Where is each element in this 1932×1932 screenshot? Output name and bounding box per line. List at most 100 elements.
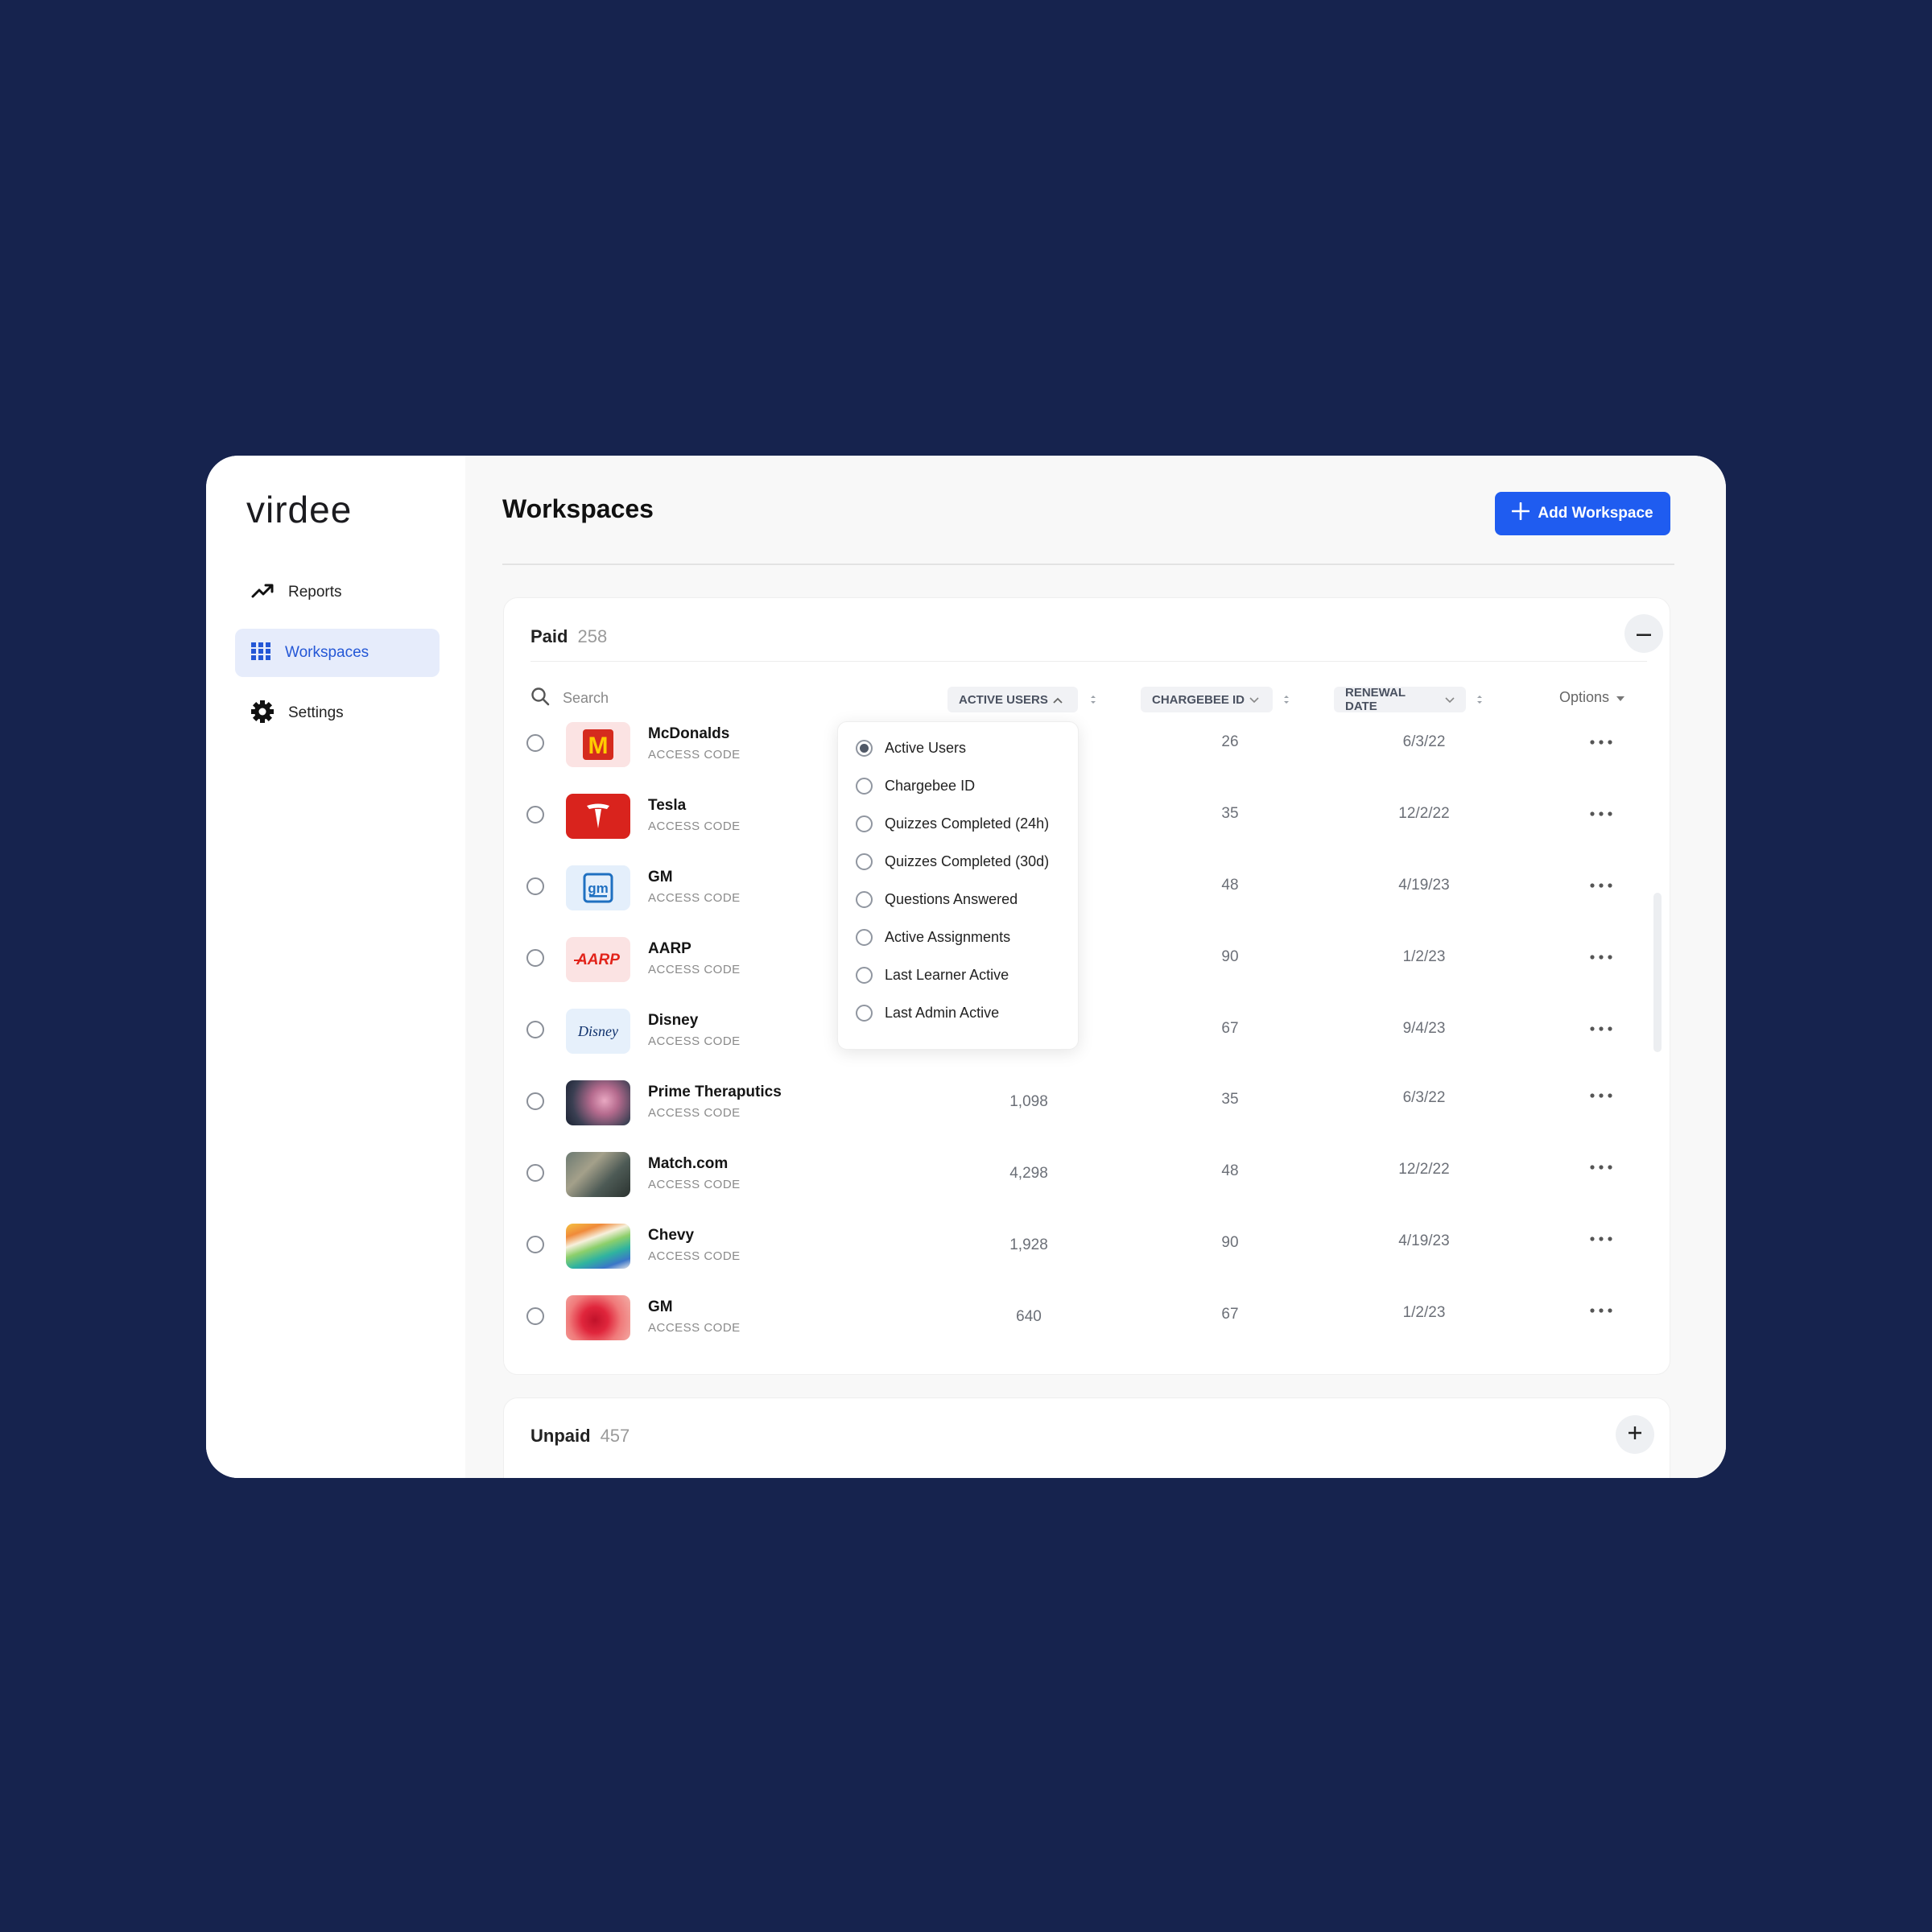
chargebee-id-cell: 48 — [1221, 877, 1239, 894]
svg-text:Disney: Disney — [577, 1023, 618, 1039]
row-select-radio[interactable] — [526, 877, 544, 895]
option-label: Last Learner Active — [885, 967, 1009, 983]
renewal-date-cell: 1/2/23 — [1402, 948, 1446, 965]
option-label: Quizzes Completed (30d) — [885, 853, 1050, 869]
sort-icon[interactable] — [1089, 691, 1097, 708]
sort-icon[interactable] — [1476, 691, 1484, 708]
search-input[interactable] — [561, 689, 725, 708]
column-header-active-users[interactable]: ACTIVE USERS — [947, 687, 1078, 712]
dropdown-option-active-users[interactable]: Active Users — [856, 740, 966, 757]
chevron-up-icon — [1053, 693, 1063, 707]
table-row[interactable]: GM ACCESS CODE 640 67 1/2/23 — [504, 1286, 1670, 1357]
renewal-date-cell: 6/3/22 — [1402, 1089, 1446, 1106]
row-select-radio[interactable] — [526, 1092, 544, 1110]
photo-thumbnail — [566, 1080, 630, 1125]
sidebar-item-label: Reports — [288, 584, 342, 601]
option-radio[interactable] — [856, 929, 873, 946]
more-options-icon[interactable] — [1585, 1084, 1617, 1108]
section-count: 457 — [600, 1426, 630, 1446]
option-radio[interactable] — [856, 967, 873, 984]
header-divider — [502, 564, 1674, 565]
dropdown-option-last-learner-active[interactable]: Last Learner Active — [856, 967, 1009, 984]
access-code-label: ACCESS CODE — [648, 1106, 741, 1120]
row-select-radio[interactable] — [526, 1307, 544, 1325]
option-label: Active Users — [885, 740, 967, 756]
dropdown-option-chargebee-id[interactable]: Chargebee ID — [856, 778, 975, 795]
svg-text:gm: gm — [588, 881, 609, 896]
column-header-label: RENEWAL DATE — [1345, 686, 1406, 713]
section-title: Unpaid 457 — [530, 1426, 630, 1447]
unpaid-section: Unpaid 457 — [503, 1397, 1670, 1478]
photo-thumbnail — [566, 1224, 630, 1269]
options-dropdown[interactable]: Options — [1559, 689, 1625, 706]
option-radio[interactable] — [856, 778, 873, 795]
more-options-icon[interactable] — [1585, 1017, 1617, 1041]
more-options-icon[interactable] — [1585, 1298, 1617, 1323]
option-label: Questions Answered — [885, 891, 1018, 907]
section-title-text: Paid — [530, 626, 568, 646]
active-users-cell: 4,298 — [1009, 1165, 1048, 1182]
table-row[interactable]: gm GM ACCESS CODE 48 4/19/23 — [504, 856, 1670, 927]
chargebee-id-cell: 48 — [1221, 1162, 1239, 1179]
sidebar-item-reports[interactable]: Reports — [235, 568, 440, 617]
option-radio[interactable] — [856, 853, 873, 870]
table-row[interactable]: Disney Disney ACCESS CODE 67 9/4/23 — [504, 999, 1670, 1071]
access-code-label: ACCESS CODE — [648, 819, 741, 833]
option-radio-selected[interactable] — [856, 740, 873, 757]
table-row[interactable]: Tesla ACCESS CODE 35 12/2/22 — [504, 784, 1670, 856]
add-workspace-button[interactable]: Add Workspace — [1495, 492, 1670, 535]
renewal-date-cell: 12/2/22 — [1398, 1161, 1450, 1178]
grid-icon — [251, 642, 270, 664]
sidebar-item-settings[interactable]: Settings — [235, 689, 440, 737]
scrollbar[interactable] — [1653, 893, 1662, 1052]
more-options-icon[interactable] — [1585, 1155, 1617, 1179]
row-select-radio[interactable] — [526, 1236, 544, 1253]
dropdown-option-quizzes-24h[interactable]: Quizzes Completed (24h) — [856, 815, 1049, 832]
sidebar-nav: Reports Workspaces Settings — [235, 568, 440, 749]
more-options-icon[interactable] — [1585, 802, 1617, 826]
dropdown-option-active-assignments[interactable]: Active Assignments — [856, 929, 1010, 946]
renewal-date-cell: 9/4/23 — [1402, 1020, 1446, 1037]
collapse-button[interactable] — [1624, 614, 1663, 653]
sidebar-item-workspaces[interactable]: Workspaces — [235, 629, 440, 677]
access-code-label: ACCESS CODE — [648, 1249, 741, 1263]
sidebar-item-label: Settings — [288, 704, 344, 721]
more-options-icon[interactable] — [1585, 945, 1617, 969]
sort-icon[interactable] — [1282, 691, 1290, 708]
photo-thumbnail — [566, 1295, 630, 1340]
access-code-label: ACCESS CODE — [648, 1178, 741, 1191]
table-row[interactable]: AARP AARP ACCESS CODE 90 1/2/23 — [504, 927, 1670, 999]
app-window: virdee Reports Workspaces Settings Works… — [206, 456, 1726, 1478]
option-radio[interactable] — [856, 815, 873, 832]
workspace-name: Prime Theraputics — [648, 1084, 782, 1100]
paid-section: Paid 258 ACTIVE USERS CHARGEBEE ID — [503, 597, 1670, 1375]
table-row[interactable]: M McDonalds ACCESS CODE 26 6/3/22 — [504, 712, 1670, 784]
row-select-radio[interactable] — [526, 1021, 544, 1038]
expand-button[interactable] — [1616, 1415, 1654, 1454]
option-radio[interactable] — [856, 891, 873, 908]
dropdown-option-last-admin-active[interactable]: Last Admin Active — [856, 1005, 999, 1022]
chargebee-id-cell: 26 — [1221, 733, 1239, 750]
row-select-radio[interactable] — [526, 1164, 544, 1182]
column-header-renewal-date[interactable]: RENEWAL DATE — [1334, 686, 1466, 713]
more-options-icon[interactable] — [1585, 1227, 1617, 1251]
table-row[interactable]: Match.com ACCESS CODE 4,298 48 12/2/22 — [504, 1142, 1670, 1214]
access-code-label: ACCESS CODE — [648, 1321, 741, 1335]
workspace-name: GM — [648, 1298, 673, 1315]
more-options-icon[interactable] — [1585, 873, 1617, 898]
tesla-logo — [566, 794, 630, 839]
workspace-name: AARP — [648, 940, 691, 957]
dropdown-option-quizzes-30d[interactable]: Quizzes Completed (30d) — [856, 853, 1049, 870]
table-row[interactable]: Prime Theraputics ACCESS CODE 1,098 35 6… — [504, 1071, 1670, 1142]
row-select-radio[interactable] — [526, 806, 544, 824]
row-select-radio[interactable] — [526, 734, 544, 752]
option-label: Last Admin Active — [885, 1005, 1000, 1021]
section-title: Paid 258 — [530, 626, 607, 647]
more-options-icon[interactable] — [1585, 730, 1617, 754]
row-select-radio[interactable] — [526, 949, 544, 967]
virdee-logo[interactable]: virdee — [246, 488, 352, 531]
option-radio[interactable] — [856, 1005, 873, 1022]
dropdown-option-questions-answered[interactable]: Questions Answered — [856, 891, 1018, 908]
table-row[interactable]: Chevy ACCESS CODE 1,928 90 4/19/23 — [504, 1214, 1670, 1286]
column-header-chargebee-id[interactable]: CHARGEBEE ID — [1141, 687, 1273, 712]
